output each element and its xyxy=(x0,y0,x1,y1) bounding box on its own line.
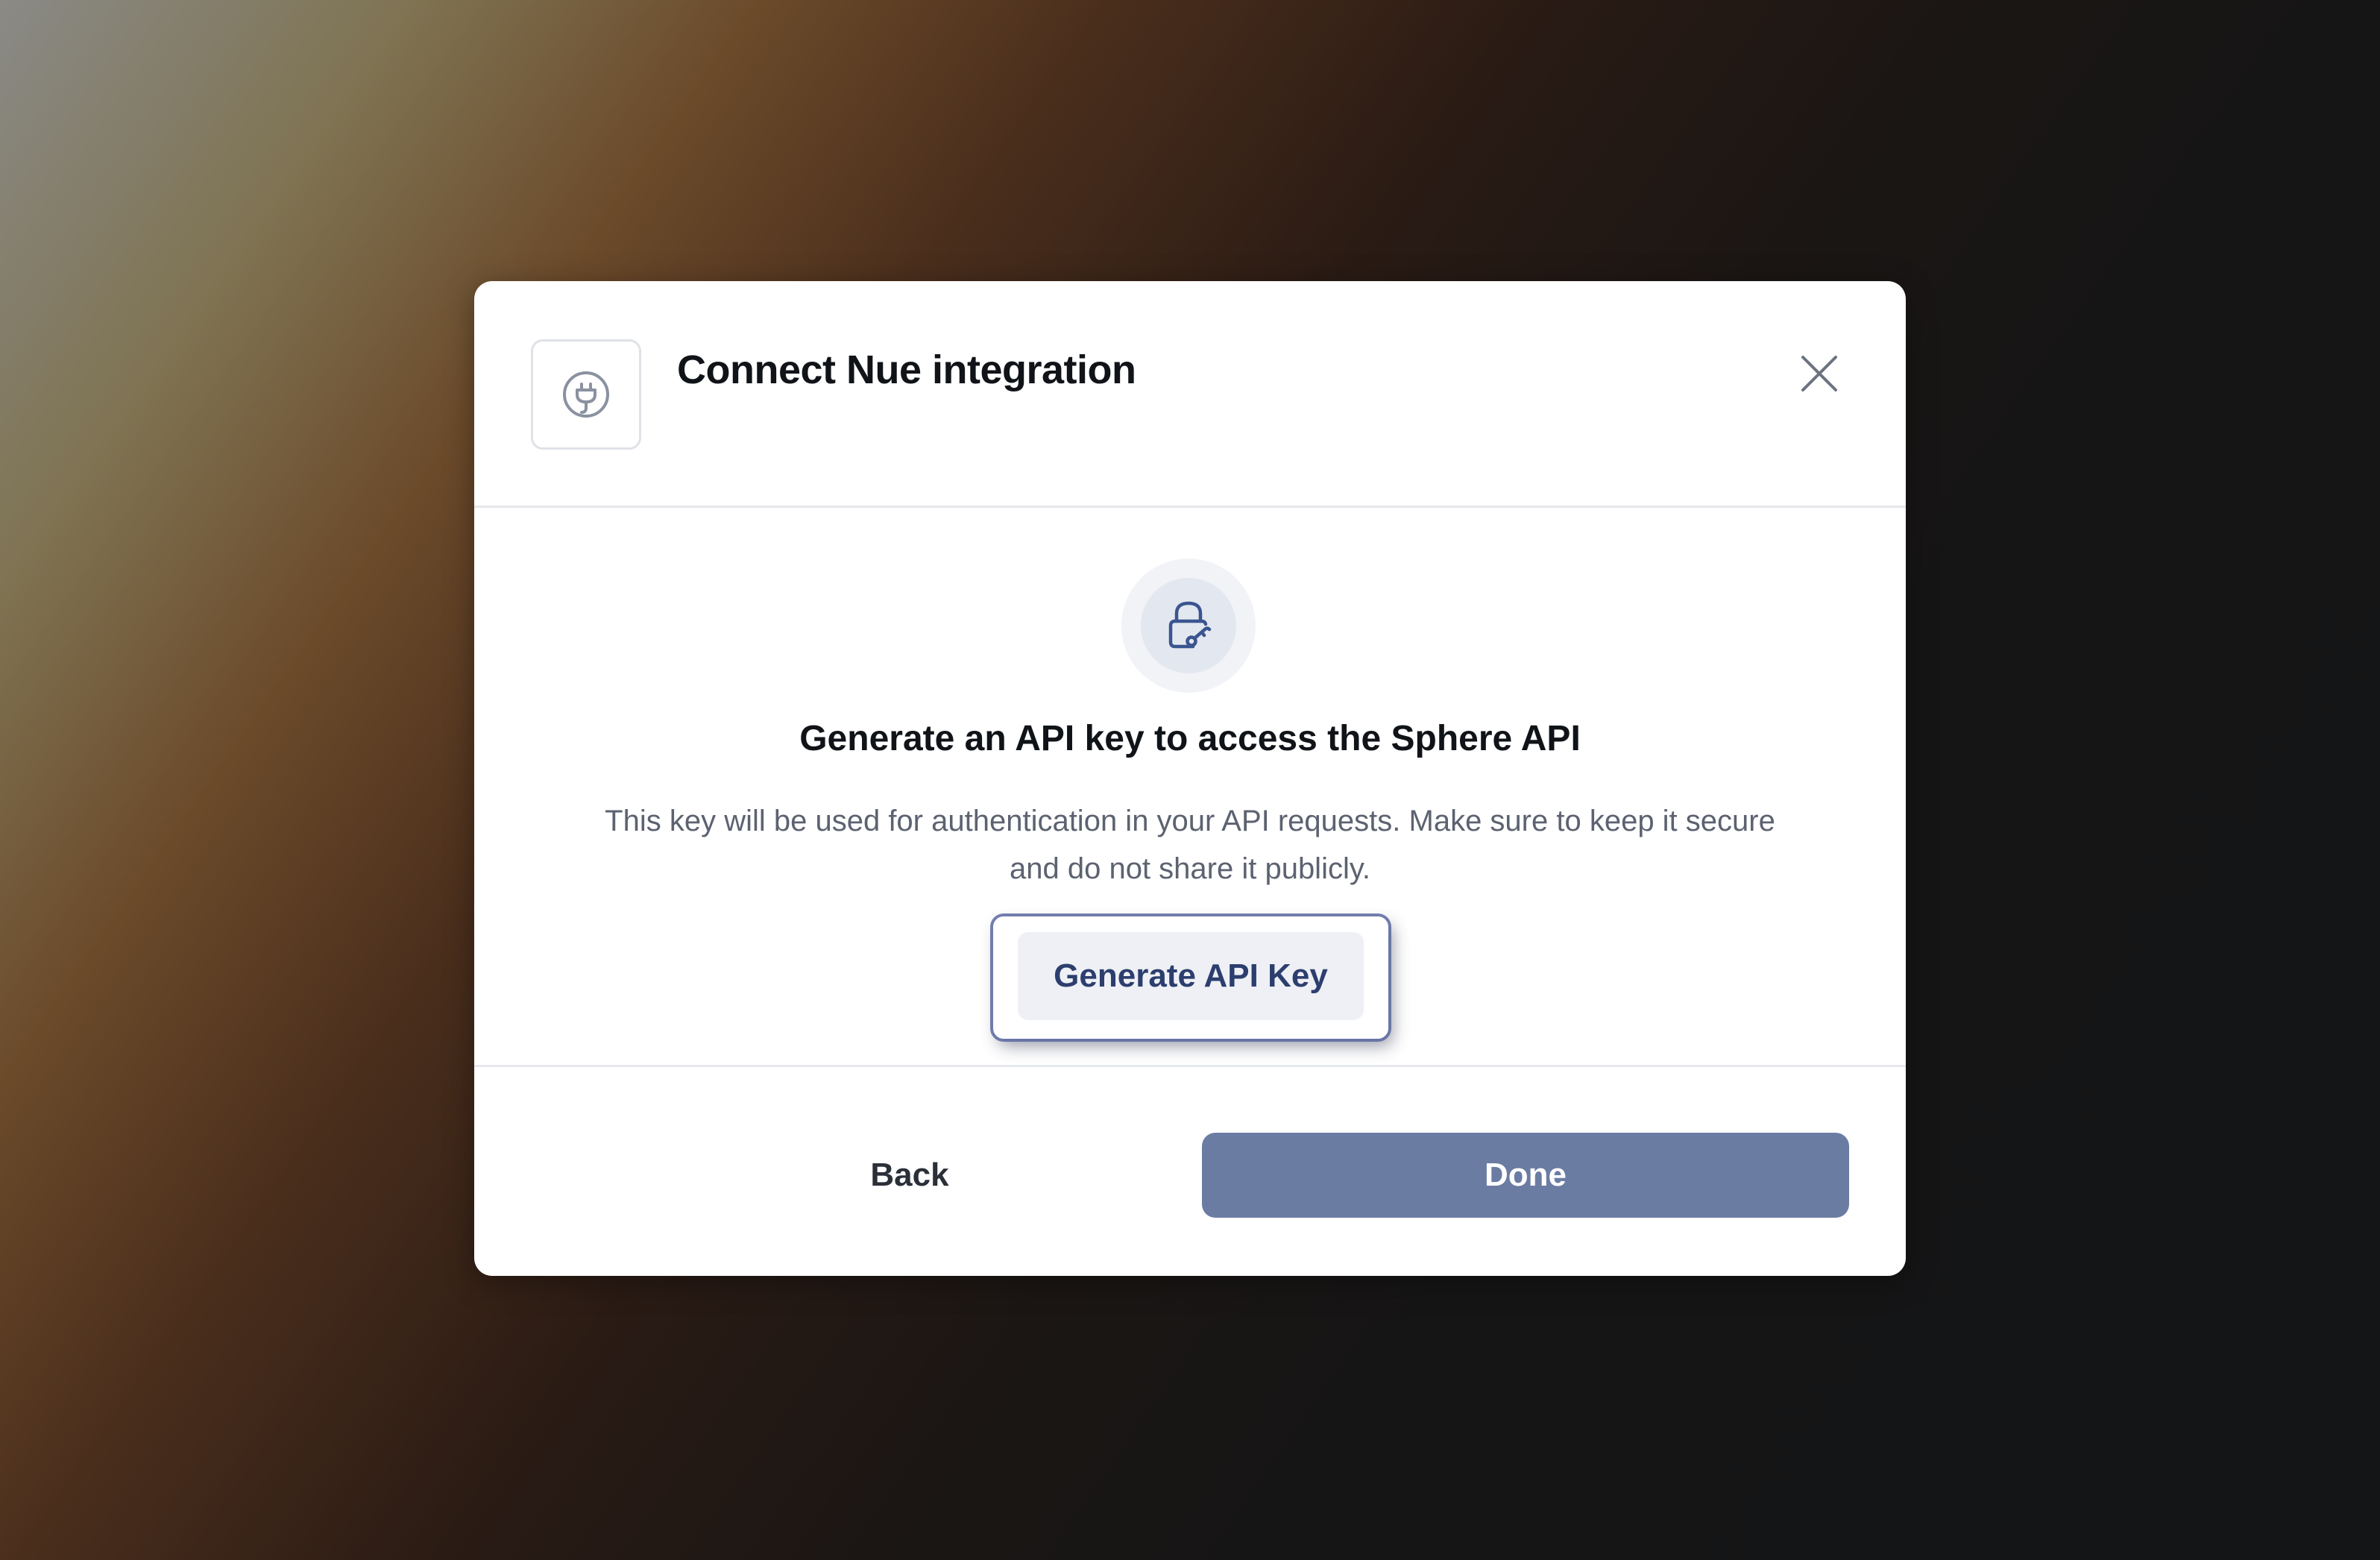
back-button[interactable]: Back xyxy=(531,1133,1288,1218)
generate-api-key-button[interactable]: Generate API Key xyxy=(1018,932,1364,1020)
integration-icon-box xyxy=(531,339,641,450)
close-icon xyxy=(1801,356,1837,391)
connect-integration-dialog: Connect Nue integration Generate an API … xyxy=(474,281,1906,1276)
dialog-body: Generate an API key to access the Sphere… xyxy=(474,508,1906,1067)
plug-icon xyxy=(563,371,609,418)
close-button[interactable] xyxy=(1792,347,1846,400)
generate-button-focus-ring: Generate API Key xyxy=(993,916,1388,1039)
lock-key-icon xyxy=(1168,601,1212,649)
dialog-title: Connect Nue integration xyxy=(677,347,1136,392)
body-heading: Generate an API key to access the Sphere… xyxy=(799,719,1581,758)
lock-icon-badge xyxy=(1121,559,1256,693)
body-description: This key will be used for authentication… xyxy=(605,805,1775,885)
dialog-header: Connect Nue integration xyxy=(474,281,1906,508)
done-button[interactable]: Done xyxy=(1202,1133,1849,1218)
